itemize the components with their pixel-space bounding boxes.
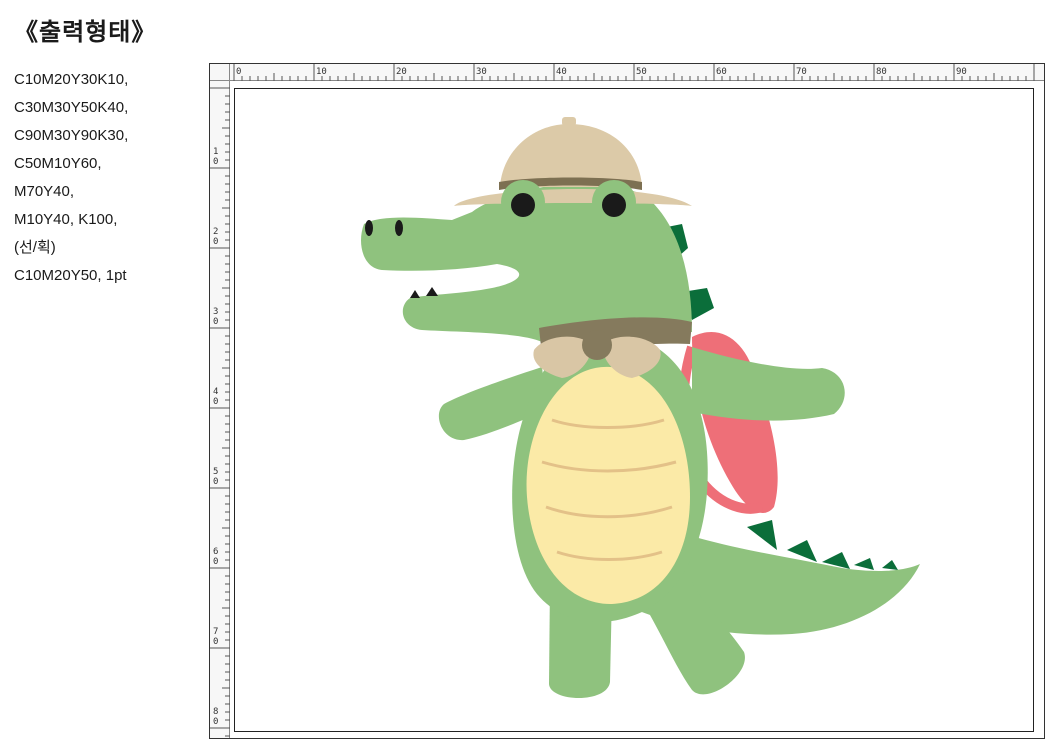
spec-line: M10Y40, K100,: [14, 211, 118, 228]
document-window: 0 10 20 30 40 50 60 70 80 90 1020304050607080: [209, 63, 1045, 739]
ruler-label: 0: [213, 397, 218, 407]
artboard[interactable]: [234, 88, 1034, 732]
spec-line: M70Y40,: [14, 183, 75, 200]
belly: [526, 366, 690, 605]
ruler-label: 70: [796, 67, 807, 77]
ruler-label: 40: [556, 67, 567, 77]
ruler-label: 50: [636, 67, 647, 77]
ruler-label: 7: [213, 627, 218, 637]
eye: [602, 193, 626, 217]
spec-line: C10M20Y30K10,: [14, 71, 129, 88]
page-title: 《출력형태》: [14, 18, 157, 46]
ruler-label: 6: [213, 547, 218, 557]
ruler-origin-corner[interactable]: [210, 64, 230, 81]
ruler-label: 60: [716, 67, 727, 77]
ruler-label: 0: [236, 67, 241, 77]
spec-line: C90M30Y90K30,: [14, 127, 129, 144]
ruler-label: 0: [213, 237, 218, 247]
ruler-label: 90: [956, 67, 967, 77]
ruler-label: 0: [213, 717, 218, 727]
horizontal-ruler[interactable]: 0 10 20 30 40 50 60 70 80 90: [230, 64, 1044, 81]
ruler-label: 80: [876, 67, 887, 77]
spec-line: (선/획): [14, 239, 56, 256]
spec-line: C10M20Y50, 1pt: [14, 267, 127, 284]
ruler-label: 0: [213, 477, 218, 487]
ruler-label: 10: [316, 67, 327, 77]
ruler-label: 0: [213, 557, 218, 567]
nostril: [365, 220, 373, 236]
tail-spike: [854, 558, 874, 570]
hat-button: [562, 117, 576, 126]
ruler-label: 0: [213, 157, 218, 167]
nostril: [395, 220, 403, 236]
tail-spike: [747, 520, 777, 550]
spec-line: C50M10Y60,: [14, 155, 102, 172]
ruler-label: 3: [213, 307, 218, 317]
color-spec-list: C10M20Y30K10, C30M30Y50K40, C90M30Y90K30…: [14, 66, 128, 290]
tail-spike: [882, 560, 898, 570]
ruler-label: 2: [213, 227, 218, 237]
eye: [511, 193, 535, 217]
ruler-label: 8: [213, 707, 218, 717]
vertical-ruler[interactable]: 1020304050607080: [210, 81, 230, 738]
ruler-label: 4: [213, 387, 218, 397]
ruler-label: 1: [213, 147, 218, 157]
tooth: [426, 287, 438, 296]
ruler-label: 20: [396, 67, 407, 77]
ruler-label: 0: [213, 637, 218, 647]
spec-line: C30M30Y50K40,: [14, 99, 129, 116]
right-arm: [692, 347, 845, 421]
ruler-label: 5: [213, 467, 218, 477]
ruler-label: 30: [476, 67, 487, 77]
bow-knot: [582, 330, 612, 360]
tooth: [410, 290, 420, 298]
crocodile-illustration: [361, 117, 920, 698]
ruler-label: 0: [213, 317, 218, 327]
